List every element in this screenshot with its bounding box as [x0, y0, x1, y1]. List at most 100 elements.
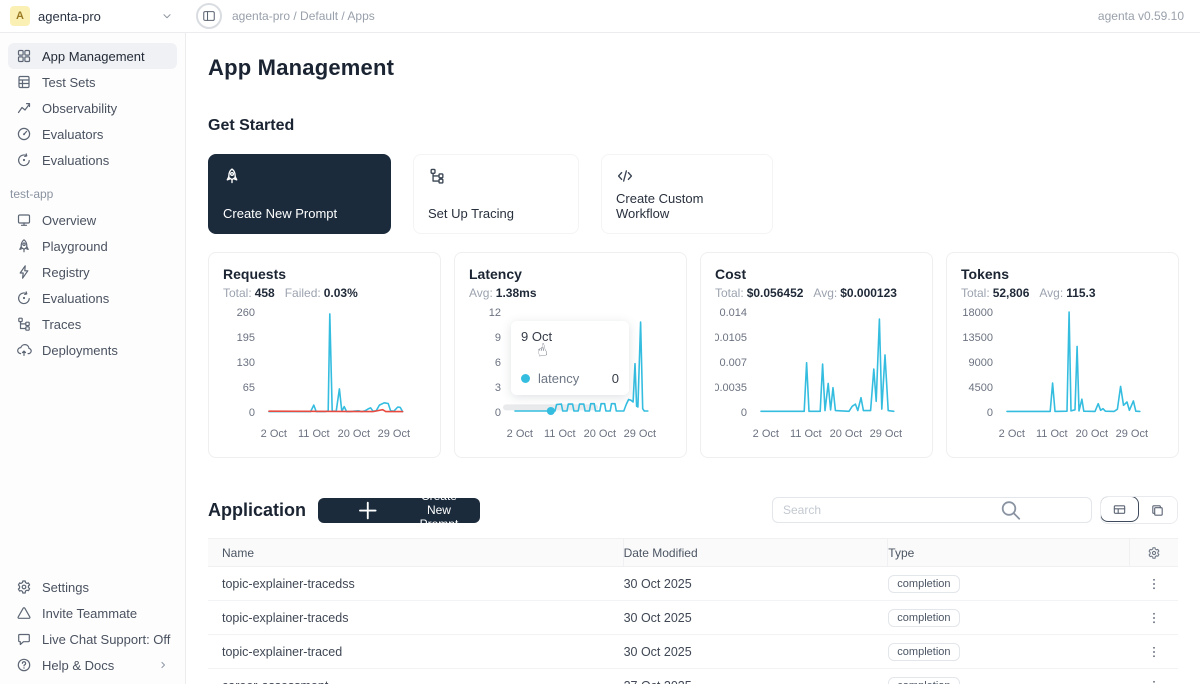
get-started-card-create-custom-workflow[interactable]: Create Custom Workflow — [601, 154, 773, 234]
requests-chart[interactable]: 2601951306502 Oct11 Oct20 Oct29 Oct — [223, 304, 426, 444]
cost-chart[interactable]: 0.0140.01050.0070.003502 Oct11 Oct20 Oct… — [715, 304, 918, 444]
sidebar-item-traces[interactable]: Traces — [8, 311, 177, 337]
column-header-name[interactable]: Name — [208, 539, 624, 566]
cell-name: career-assessment — [208, 679, 624, 684]
stat-card-title: Latency — [469, 266, 672, 282]
evaluators-icon — [16, 126, 32, 142]
stat-avg: Avg:1.38ms — [469, 286, 537, 300]
gear-icon[interactable] — [1147, 546, 1161, 560]
sidebar-item-settings[interactable]: Settings — [8, 574, 177, 600]
traces-icon — [16, 316, 32, 332]
search-icon — [938, 498, 1083, 522]
sidebar-item-live-chat-support-off[interactable]: Live Chat Support: Off — [8, 626, 177, 652]
sidebar-app-nav: Overview Playground Registry Evaluations… — [8, 207, 177, 363]
svg-text:3: 3 — [495, 382, 501, 394]
version-label: agenta v0.59.10 — [1098, 9, 1184, 23]
sidebar-item-invite-teammate[interactable]: Invite Teammate — [8, 600, 177, 626]
evaluations-icon — [16, 290, 32, 306]
workspace-selector[interactable]: A agenta-pro — [0, 0, 186, 32]
column-header-type[interactable]: Type — [888, 539, 1130, 566]
invite-icon — [16, 605, 32, 621]
stat-card-latency: Latency Avg:1.38ms 1296302 Oct11 Oct20 O… — [454, 252, 687, 458]
svg-text:13500: 13500 — [962, 332, 993, 344]
table-row[interactable]: topic-explainer-traced 30 Oct 2025 compl… — [208, 635, 1178, 669]
search-box — [772, 497, 1092, 523]
svg-text:0: 0 — [495, 407, 501, 419]
search-input[interactable] — [783, 503, 938, 517]
type-badge: completion — [888, 677, 959, 684]
create-new-prompt-button[interactable]: Create New Prompt — [318, 498, 480, 523]
svg-text:20 Oct: 20 Oct — [1076, 428, 1108, 440]
svg-text:18000: 18000 — [962, 307, 993, 319]
get-started-card-label: Set Up Tracing — [428, 206, 514, 221]
sidebar-item-overview[interactable]: Overview — [8, 207, 177, 233]
settings-icon — [16, 579, 32, 595]
sidebar-item-test-sets[interactable]: Test Sets — [8, 69, 177, 95]
svg-text:0: 0 — [249, 407, 255, 419]
svg-text:130: 130 — [237, 357, 255, 369]
info-icon[interactable] — [362, 207, 376, 221]
sidebar-section-label: test-app — [10, 187, 177, 201]
stat-card-stats: Avg:1.38ms — [469, 286, 672, 300]
get-started-card-create-new-prompt[interactable]: Create New Prompt — [208, 154, 391, 234]
info-icon[interactable] — [550, 207, 564, 221]
sidebar-item-observability[interactable]: Observability — [8, 95, 177, 121]
sidebar-item-evaluations[interactable]: Evaluations — [8, 285, 177, 311]
chevron-down-icon — [160, 9, 174, 23]
page-title: App Management — [208, 55, 1178, 81]
svg-text:11 Oct: 11 Oct — [544, 428, 576, 440]
card-view-icon — [1150, 503, 1165, 518]
sidebar-item-deployments[interactable]: Deployments — [8, 337, 177, 363]
svg-text:12: 12 — [489, 307, 501, 319]
svg-text:2 Oct: 2 Oct — [507, 428, 533, 440]
sidebar-item-evaluations[interactable]: Evaluations — [8, 147, 177, 173]
sidebar-item-playground[interactable]: Playground — [8, 233, 177, 259]
stat-card-stats: Total:458Failed:0.03% — [223, 286, 426, 300]
cell-name: topic-explainer-tracedss — [208, 577, 624, 591]
table-row[interactable]: topic-explainer-traceds 30 Oct 2025 comp… — [208, 601, 1178, 635]
svg-text:11 Oct: 11 Oct — [790, 428, 822, 440]
card-view-button[interactable] — [1138, 497, 1177, 523]
sidebar-item-evaluators[interactable]: Evaluators — [8, 121, 177, 147]
kebab-menu-icon[interactable] — [1147, 679, 1161, 684]
info-icon[interactable] — [745, 199, 758, 213]
svg-text:20 Oct: 20 Oct — [830, 428, 862, 440]
svg-text:0: 0 — [741, 407, 747, 419]
type-badge: completion — [888, 575, 959, 593]
panel-icon — [202, 9, 216, 23]
cell-date-modified: 30 Oct 2025 — [624, 577, 889, 591]
stats-cards: Requests Total:458Failed:0.03% 260 195 130… — [208, 252, 1178, 458]
stat-card-title: Tokens — [961, 266, 1164, 282]
sidebar-item-app-management[interactable]: App Management — [8, 43, 177, 69]
cell-date-modified: 30 Oct 2025 — [624, 611, 889, 625]
table-row[interactable]: topic-explainer-tracedss 30 Oct 2025 com… — [208, 567, 1178, 601]
kebab-menu-icon[interactable] — [1147, 611, 1161, 625]
stat-total: Total:$0.056452 — [715, 286, 803, 300]
view-mode-toggle — [1100, 496, 1178, 524]
stat-card-stats: Total:$0.056452Avg:$0.000123 — [715, 286, 918, 300]
tooltip-series-value: 0 — [612, 371, 619, 386]
sidebar-item-help-docs[interactable]: Help & Docs — [8, 652, 177, 678]
svg-text:6: 6 — [495, 357, 501, 369]
table-row[interactable]: career-assessment 27 Oct 2025 completion — [208, 669, 1178, 684]
application-title: Application — [208, 500, 306, 521]
kebab-menu-icon[interactable] — [1147, 577, 1161, 591]
svg-text:2 Oct: 2 Oct — [261, 428, 287, 440]
sidebar-bottom-nav: Settings Invite Teammate Live Chat Suppo… — [8, 574, 177, 678]
get-started-card-set-up-tracing[interactable]: Set Up Tracing — [413, 154, 579, 234]
table-view-icon — [1112, 502, 1127, 517]
svg-text:29 Oct: 29 Oct — [870, 428, 902, 440]
svg-text:0.014: 0.014 — [719, 307, 747, 319]
sidebar-item-registry[interactable]: Registry — [8, 259, 177, 285]
stat-card-title: Requests — [223, 266, 426, 282]
sidebar-collapse-button[interactable] — [196, 3, 222, 29]
kebab-menu-icon[interactable] — [1147, 645, 1161, 659]
table-view-button[interactable] — [1100, 496, 1139, 522]
tokens-chart[interactable]: 18000135009000450002 Oct11 Oct20 Oct29 O… — [961, 304, 1164, 444]
grid-icon — [16, 48, 32, 64]
column-header-date-modified[interactable]: Date Modified — [624, 539, 889, 566]
svg-text:260: 260 — [237, 307, 255, 319]
tooltip-series-label: latency — [538, 371, 579, 386]
playground-icon — [16, 238, 32, 254]
svg-text:195: 195 — [237, 332, 255, 344]
